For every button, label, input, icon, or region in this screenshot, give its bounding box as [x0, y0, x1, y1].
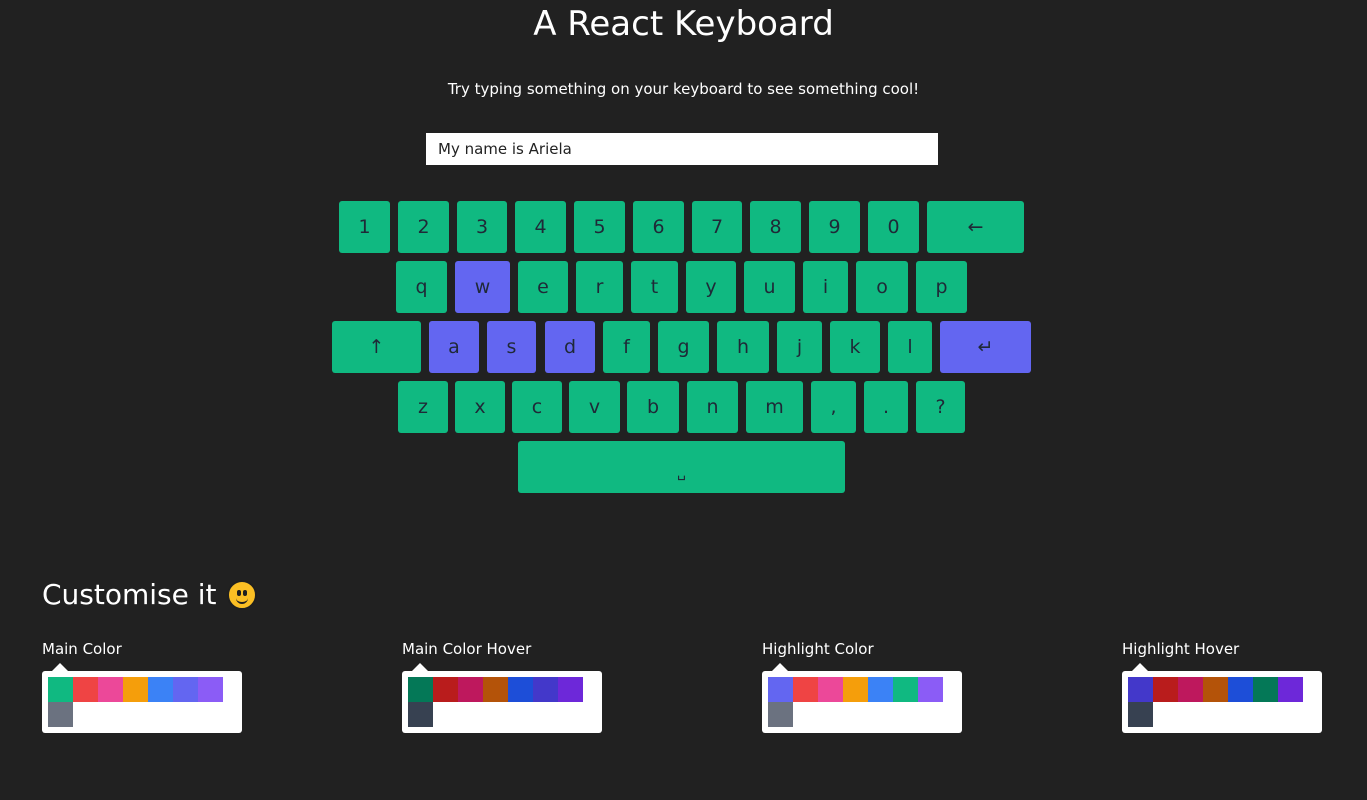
color-swatch[interactable] — [148, 677, 173, 702]
key-space[interactable]: ␣ — [518, 441, 845, 493]
key-j[interactable]: j — [777, 321, 822, 373]
key-g[interactable]: g — [658, 321, 709, 373]
customise-title: Customise it — [42, 578, 217, 611]
color-swatch[interactable] — [198, 677, 223, 702]
color-swatch[interactable] — [48, 702, 73, 727]
key-q[interactable]: q — [396, 261, 447, 313]
picker-label: Highlight Color — [762, 640, 874, 658]
color-swatch[interactable] — [458, 677, 483, 702]
key-y[interactable]: y — [686, 261, 736, 313]
color-picker-panel — [1122, 663, 1322, 733]
picker-label: Main Color Hover — [402, 640, 532, 658]
key-e[interactable]: e — [518, 261, 568, 313]
key-h[interactable]: h — [717, 321, 769, 373]
color-swatch[interactable] — [173, 677, 198, 702]
key-6[interactable]: 6 — [633, 201, 684, 253]
color-swatch[interactable] — [1128, 702, 1153, 727]
color-swatch[interactable] — [818, 677, 843, 702]
key-i[interactable]: i — [803, 261, 848, 313]
key-m[interactable]: m — [746, 381, 803, 433]
color-swatch[interactable] — [793, 677, 818, 702]
key-c[interactable]: c — [512, 381, 562, 433]
color-swatch[interactable] — [73, 677, 98, 702]
color-swatch[interactable] — [558, 677, 583, 702]
customise-heading: Customise it — [42, 578, 257, 611]
key-x[interactable]: x — [455, 381, 505, 433]
color-picker-panel — [42, 663, 242, 733]
key-question[interactable]: ? — [916, 381, 965, 433]
key-f[interactable]: f — [603, 321, 650, 373]
key-u[interactable]: u — [744, 261, 795, 313]
typing-input[interactable] — [426, 133, 938, 165]
key-t[interactable]: t — [631, 261, 678, 313]
picker-label: Highlight Hover — [1122, 640, 1240, 658]
key-enter[interactable]: ↵ — [940, 321, 1031, 373]
page-title: A React Keyboard — [533, 4, 834, 44]
key-w[interactable]: w — [455, 261, 510, 313]
key-8[interactable]: 8 — [750, 201, 801, 253]
picker-label: Main Color — [42, 640, 122, 658]
color-swatch[interactable] — [433, 677, 458, 702]
color-swatch[interactable] — [918, 677, 943, 702]
key-b[interactable]: b — [627, 381, 679, 433]
color-swatch[interactable] — [1178, 677, 1203, 702]
color-swatch[interactable] — [508, 677, 533, 702]
key-3[interactable]: 3 — [457, 201, 507, 253]
color-swatch[interactable] — [533, 677, 558, 702]
key-5[interactable]: 5 — [574, 201, 625, 253]
color-swatch[interactable] — [843, 677, 868, 702]
key-backspace[interactable]: ← — [927, 201, 1024, 253]
color-swatch[interactable] — [408, 702, 433, 727]
key-r[interactable]: r — [576, 261, 623, 313]
color-picker-panel — [402, 663, 602, 733]
key-7[interactable]: 7 — [692, 201, 742, 253]
color-swatch[interactable] — [1203, 677, 1228, 702]
key-o[interactable]: o — [856, 261, 908, 313]
color-swatch[interactable] — [1278, 677, 1303, 702]
key-1[interactable]: 1 — [339, 201, 390, 253]
key-4[interactable]: 4 — [515, 201, 566, 253]
color-swatch[interactable] — [48, 677, 73, 702]
key-v[interactable]: v — [569, 381, 620, 433]
color-swatch[interactable] — [98, 677, 123, 702]
color-swatch[interactable] — [1228, 677, 1253, 702]
key-period[interactable]: . — [864, 381, 908, 433]
key-z[interactable]: z — [398, 381, 448, 433]
color-swatch[interactable] — [1153, 677, 1178, 702]
color-swatch[interactable] — [1253, 677, 1278, 702]
color-swatch[interactable] — [768, 677, 793, 702]
key-a[interactable]: a — [429, 321, 479, 373]
color-swatch[interactable] — [868, 677, 893, 702]
key-l[interactable]: l — [888, 321, 932, 373]
key-s[interactable]: s — [487, 321, 536, 373]
key-0[interactable]: 0 — [868, 201, 919, 253]
color-swatch[interactable] — [768, 702, 793, 727]
key-9[interactable]: 9 — [809, 201, 860, 253]
color-swatch[interactable] — [1128, 677, 1153, 702]
key-n[interactable]: n — [687, 381, 738, 433]
color-swatch[interactable] — [483, 677, 508, 702]
page-subtitle: Try typing something on your keyboard to… — [447, 80, 920, 98]
color-swatch[interactable] — [123, 677, 148, 702]
key-2[interactable]: 2 — [398, 201, 449, 253]
key-p[interactable]: p — [916, 261, 967, 313]
smiley-face-icon — [226, 579, 257, 610]
color-picker-panel — [762, 663, 962, 733]
key-k[interactable]: k — [830, 321, 880, 373]
key-comma[interactable]: , — [811, 381, 856, 433]
color-swatch[interactable] — [893, 677, 918, 702]
key-d[interactable]: d — [545, 321, 595, 373]
color-swatch[interactable] — [408, 677, 433, 702]
key-shift[interactable]: ↑ — [332, 321, 421, 373]
